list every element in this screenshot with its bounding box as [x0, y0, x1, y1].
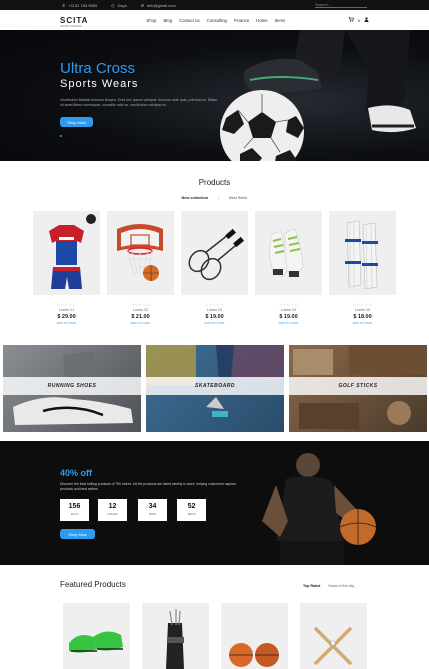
- category-label: SKATEBOARD: [195, 383, 235, 389]
- nav-item-consulting[interactable]: Consulting: [207, 18, 227, 23]
- cart-count: 0: [357, 17, 360, 23]
- products-section-title: Products: [198, 178, 231, 187]
- add-to-cart-link[interactable]: ADD TO CART: [107, 321, 174, 325]
- category-label: RUNNING SHOES: [47, 383, 97, 389]
- product-card[interactable]: ☆☆☆☆☆ Lorem 25 $ 18.00 ADD TO CART: [329, 211, 396, 325]
- tab-best-seller[interactable]: Best Seller: [229, 196, 247, 200]
- countdown-unit: HOURS: [107, 512, 118, 516]
- main-nav: Shop Blog Contact us Consulting Finance …: [146, 18, 285, 23]
- hero-shop-now-button[interactable]: Shop Now: [60, 117, 93, 127]
- nav-item-contact[interactable]: Contact us: [179, 18, 200, 23]
- clock-icon: ◷: [111, 2, 115, 8]
- category-banner-skateboard[interactable]: SKATEBOARD: [146, 345, 284, 432]
- add-to-cart-link[interactable]: ADD TO CART: [255, 321, 322, 325]
- rating-stars: ☆☆☆☆☆: [278, 303, 299, 307]
- featured-product-cleats[interactable]: [63, 603, 130, 669]
- logo-text: SCITA: [60, 15, 89, 25]
- product-name[interactable]: Lorem 21: [33, 308, 100, 312]
- product-name[interactable]: Lorem 24: [255, 308, 322, 312]
- phone-icon: ✆: [62, 2, 66, 8]
- promo-shop-now-button[interactable]: Shop Now: [60, 529, 95, 539]
- phone-text: +1132 783 9569: [68, 2, 98, 8]
- product-price: $ 19.00: [279, 314, 298, 320]
- rating-stars: ☆☆☆☆☆: [56, 303, 77, 307]
- slider-dot[interactable]: [60, 135, 62, 137]
- product-image-rackets[interactable]: [181, 211, 248, 295]
- nav-item-items[interactable]: Items: [275, 18, 286, 23]
- countdown-unit: DAYS: [70, 512, 79, 516]
- hero-description: Vestibulum facilisis rhoncus tempor. Dui…: [60, 98, 218, 107]
- nav-item-blog[interactable]: Blog: [163, 18, 172, 23]
- nav-item-home[interactable]: Home: [256, 18, 267, 23]
- countdown-days: 156 DAYS: [60, 499, 89, 521]
- product-name[interactable]: Lorem 23: [181, 308, 248, 312]
- rating-stars: ☆☆☆☆☆: [130, 303, 151, 307]
- hero-title: Ultra Cross: [60, 60, 136, 77]
- add-to-cart-link[interactable]: ADD TO CART: [181, 321, 248, 325]
- product-name[interactable]: Lorem 22: [107, 308, 174, 312]
- promo-title: 40% off: [60, 468, 93, 478]
- add-to-cart-link[interactable]: ADD TO CART: [33, 321, 100, 325]
- email-text[interactable]: info@gmail.com: [147, 3, 176, 8]
- countdown-unit: SECS: [187, 512, 196, 516]
- days-info: ◷ Days: [111, 3, 127, 8]
- hero-banner: Ultra Cross Sports Wears Vestibulum faci…: [0, 30, 429, 161]
- hero-subtitle: Sports Wears: [60, 78, 139, 90]
- countdown-number: 52: [187, 503, 196, 510]
- phone-info: ✆ +1132 783 9569: [62, 3, 97, 8]
- featured-product-balls[interactable]: [221, 603, 288, 669]
- email-info[interactable]: ✉ info@gmail.com: [141, 3, 176, 8]
- logo-tagline: SPORTS FASHION: [60, 24, 82, 28]
- mail-icon: ✉: [140, 2, 145, 8]
- featured-section-title: Featured Products: [60, 580, 126, 589]
- promo-banner: 40% off Discover the best selling produc…: [0, 441, 429, 565]
- countdown-hours: 12 HOURS: [98, 499, 127, 521]
- add-to-cart-link[interactable]: ADD TO CART: [329, 321, 396, 325]
- countdown-number: 34: [148, 503, 157, 510]
- product-image-pads[interactable]: [329, 211, 396, 295]
- products-tabs: New collection | Best Seller: [0, 196, 429, 200]
- product-image-jersey[interactable]: [33, 211, 100, 295]
- nav-item-finance[interactable]: Finance: [234, 18, 249, 23]
- countdown-number: 156: [68, 503, 81, 510]
- countdown-secs: 52 SECS: [177, 499, 206, 521]
- search-input[interactable]: Search...: [315, 2, 367, 8]
- soccer-ball-image: [220, 30, 416, 161]
- product-card[interactable]: ☆☆☆☆☆ Lorem 24 $ 19.00 ADD TO CART: [255, 211, 322, 325]
- product-card[interactable]: ☆☆☆☆☆ Lorem 21 $ 29.00 ADD TO CART: [33, 211, 100, 325]
- header-actions: 0: [348, 16, 369, 24]
- tab-top-rated[interactable]: Top Rated: [303, 584, 320, 588]
- top-bar: ✆ +1132 783 9569 ◷ Days ✉ info@gmail.com…: [0, 0, 429, 10]
- rating-stars: ☆☆☆☆☆: [204, 303, 225, 307]
- countdown-number: 12: [108, 503, 117, 510]
- nav-item-shop[interactable]: Shop: [146, 18, 156, 23]
- days-text: Days: [117, 2, 127, 8]
- promo-text: Discover the best selling products of 79…: [60, 482, 237, 491]
- product-price: $ 21.00: [131, 314, 150, 320]
- product-image-gloves[interactable]: [255, 211, 322, 295]
- category-label: GOLF STICKS: [338, 383, 378, 389]
- featured-tabs: Top Rated Deals of the day: [303, 584, 354, 588]
- product-price: $ 29.00: [57, 314, 76, 320]
- countdown-mins: 34 MINS: [138, 499, 167, 521]
- logo[interactable]: SCITA SPORTS FASHION: [60, 15, 89, 28]
- product-card[interactable]: ☆☆☆☆☆ Lorem 23 $ 19.00 ADD TO CART: [181, 211, 248, 325]
- product-name[interactable]: Lorem 25: [329, 308, 396, 312]
- rating-stars: ☆☆☆☆☆: [352, 303, 373, 307]
- countdown-unit: MINS: [149, 512, 156, 516]
- featured-product-bats[interactable]: [300, 603, 367, 669]
- featured-product-golf-bag[interactable]: [142, 603, 209, 669]
- cart-icon[interactable]: [348, 16, 354, 24]
- tab-deals-of-the-day[interactable]: Deals of the day: [328, 584, 354, 588]
- product-image-hoop[interactable]: [107, 211, 174, 295]
- product-card[interactable]: ☆☆☆☆☆ Lorem 22 $ 21.00 ADD TO CART: [107, 211, 174, 325]
- tab-separator: |: [218, 196, 220, 200]
- user-icon[interactable]: [364, 16, 369, 24]
- site-header: SCITA SPORTS FASHION Shop Blog Contact u…: [0, 10, 429, 30]
- product-price: $ 19.00: [205, 314, 224, 320]
- category-banner-golf-sticks[interactable]: GOLF STICKS: [289, 345, 427, 432]
- tab-new-collection[interactable]: New collection: [182, 196, 209, 200]
- category-banner-running-shoes[interactable]: RUNNING SHOES: [3, 345, 141, 432]
- product-price: $ 18.00: [353, 314, 372, 320]
